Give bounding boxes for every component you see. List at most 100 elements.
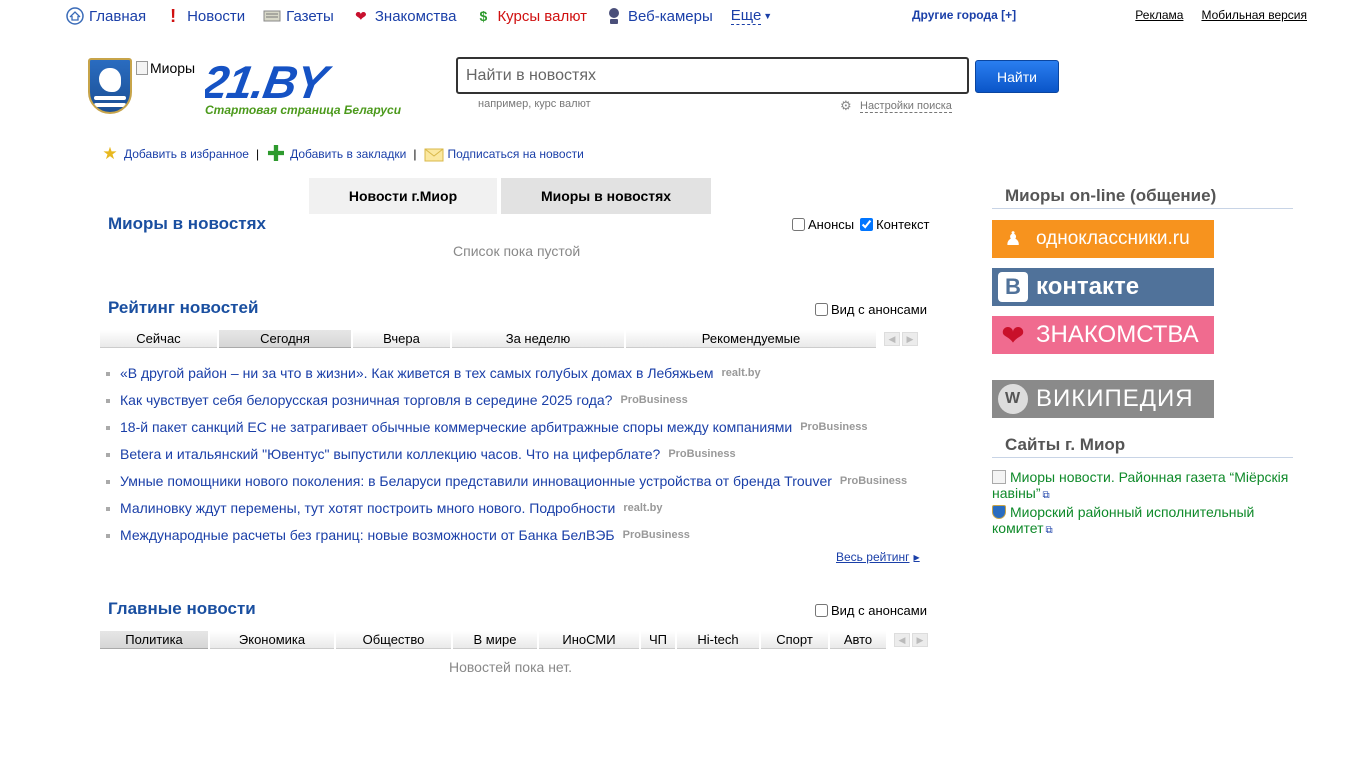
- all-rating-link[interactable]: Весь рейтинг ▶: [836, 550, 920, 564]
- chevron-right-icon[interactable]: ▶: [912, 633, 928, 647]
- tab-inosmi[interactable]: ИноСМИ: [539, 631, 639, 649]
- rating-announces-checkbox[interactable]: [815, 303, 828, 316]
- news-link[interactable]: «В другой район – ни за что в жизни». Ка…: [120, 365, 714, 381]
- wikipedia-banner[interactable]: W ВИКИПЕДИЯ: [992, 380, 1214, 418]
- nav-webcams-label: Веб-камеры: [627, 7, 713, 25]
- rating-tabs: Сейчас Сегодня Вчера За неделю Рекоменду…: [100, 330, 918, 348]
- tab-city-in-news[interactable]: Миоры в новостях: [501, 178, 711, 214]
- other-cities-link[interactable]: Другие города [+]: [912, 8, 1016, 22]
- search-button[interactable]: Найти: [975, 60, 1059, 93]
- city-image: Миоры: [136, 60, 195, 76]
- news-link[interactable]: Как чувствует себя белорусская розничная…: [120, 392, 612, 408]
- subscribe-button[interactable]: Подписаться на новости: [424, 144, 584, 164]
- rating-tab-now[interactable]: Сейчас: [100, 330, 217, 348]
- site-link-newspaper[interactable]: Миоры новости. Районная газета “Мiёрскiя…: [992, 469, 1292, 504]
- dating-banner[interactable]: ❤ ЗНАКОМСТВА: [992, 316, 1214, 354]
- odnoklassniki-label: одноклассники.ru: [1036, 228, 1190, 249]
- envelope-icon: [424, 144, 444, 164]
- chevron-left-icon[interactable]: ◀: [894, 633, 910, 647]
- heart-icon: ❤: [354, 7, 367, 24]
- nav-news[interactable]: ! Новости: [164, 5, 245, 26]
- chevron-right-icon[interactable]: ▶: [902, 332, 918, 346]
- main-news-empty: Новостей пока нет.: [449, 659, 572, 675]
- odnoklassniki-icon: ♟: [1004, 228, 1022, 250]
- tab-economy[interactable]: Экономика: [210, 631, 334, 649]
- tab-society[interactable]: Общество: [336, 631, 451, 649]
- bullet-icon: [106, 452, 110, 457]
- list-item: Betera и итальянский "Ювентус" выпустили…: [106, 440, 926, 467]
- wikipedia-label: ВИКИПЕДИЯ: [1036, 385, 1194, 412]
- main-news-tab-arrows: ◀ ▶: [892, 631, 928, 649]
- news-source: realt.by: [721, 366, 761, 379]
- search-settings-label: Настройки поиска: [860, 99, 952, 113]
- tab-politics[interactable]: Политика: [100, 631, 208, 649]
- gear-icon: ⚙: [840, 98, 852, 113]
- tab-auto[interactable]: Авто: [830, 631, 886, 649]
- sites-title: Сайты г. Миор: [992, 435, 1293, 458]
- bullet-icon: [106, 425, 110, 430]
- add-favorites-label: Добавить в избранное: [124, 147, 249, 161]
- main-news-announces-label: Вид с анонсами: [831, 603, 927, 618]
- search-hint: например, курс валют: [478, 98, 591, 110]
- nav-webcams[interactable]: Веб-камеры: [605, 7, 713, 25]
- nav-dating-label: Знакомства: [374, 7, 457, 25]
- rating-tab-yesterday[interactable]: Вчера: [353, 330, 450, 348]
- site-link-newspaper-label: Миоры новости. Районная газета “Мiёрскiя…: [992, 469, 1289, 501]
- main-news-tabs: Политика Экономика Общество В мире ИноСМ…: [100, 631, 928, 649]
- bullet-icon: [106, 398, 110, 403]
- bullet-icon: [106, 479, 110, 484]
- search-input[interactable]: [456, 57, 969, 94]
- tab-sport[interactable]: Спорт: [761, 631, 828, 649]
- rating-tab-week[interactable]: За неделю: [452, 330, 624, 348]
- news-link[interactable]: Малиновку ждут перемены, тут хотят постр…: [120, 500, 615, 516]
- context-checkbox[interactable]: [860, 218, 874, 231]
- coat-of-arms-icon: [992, 505, 1006, 519]
- chevron-left-icon[interactable]: ◀: [884, 332, 900, 346]
- news-source: ProBusiness: [839, 474, 908, 487]
- tab-hitech[interactable]: Hi-tech: [677, 631, 759, 649]
- source-tabs: Новости г.Миор Миоры в новостях: [309, 178, 711, 214]
- triangle-right-icon: ▶: [913, 552, 920, 562]
- webcam-icon: [605, 7, 623, 25]
- newspaper-icon: [263, 7, 281, 25]
- main-news-announces-checkbox[interactable]: [815, 604, 828, 617]
- mobile-version-link[interactable]: Мобильная версия: [1201, 8, 1307, 22]
- site-logo[interactable]: 21.BY: [205, 60, 425, 102]
- add-favorites-button[interactable]: ★ Добавить в избранное: [100, 144, 249, 164]
- nav-home-label: Главная: [89, 7, 147, 25]
- news-link[interactable]: Умные помощники нового поколения: в Бела…: [120, 473, 832, 489]
- ads-link[interactable]: Реклама: [1135, 8, 1183, 22]
- bullet-icon: [106, 506, 110, 511]
- rating-tab-today[interactable]: Сегодня: [219, 330, 351, 348]
- news-source: ProBusiness: [620, 393, 688, 406]
- vk-banner[interactable]: Bконтакте: [992, 268, 1214, 306]
- nav-more[interactable]: Еще ▼: [730, 7, 772, 25]
- exclamation-icon: !: [170, 5, 177, 26]
- search-settings-link[interactable]: ⚙ Настройки поиска: [840, 98, 952, 114]
- vk-icon: B: [998, 272, 1028, 302]
- nav-newspapers[interactable]: Газеты: [263, 7, 334, 25]
- tab-world[interactable]: В мире: [453, 631, 537, 649]
- add-bookmarks-button[interactable]: ✚ Добавить в закладки: [266, 141, 407, 166]
- nav-currency[interactable]: $ Курсы валют: [474, 7, 587, 25]
- list-item: «В другой район – ни за что в жизни». Ка…: [106, 359, 926, 386]
- news-source: ProBusiness: [668, 447, 736, 460]
- rating-tab-recommended[interactable]: Рекомендуемые: [626, 330, 876, 348]
- rating-announces-label: Вид с анонсами: [831, 302, 927, 317]
- in-news-empty: Список пока пустой: [453, 243, 581, 259]
- rating-tab-arrows: ◀ ▶: [882, 330, 918, 348]
- site-link-executive-committee[interactable]: Миорский районный исполнительный комитет…: [992, 504, 1292, 539]
- page-actions: ★ Добавить в избранное | ✚ Добавить в закл…: [100, 141, 584, 166]
- tab-city-news[interactable]: Новости г.Миор: [309, 178, 497, 214]
- news-link[interactable]: Betera и итальянский "Ювентус" выпустили…: [120, 446, 660, 462]
- add-bookmarks-label: Добавить в закладки: [290, 147, 407, 161]
- odnoklassniki-banner[interactable]: ♟ одноклассники.ru: [992, 220, 1214, 258]
- announces-checkbox[interactable]: [792, 218, 805, 231]
- tab-incidents[interactable]: ЧП: [641, 631, 675, 649]
- news-link[interactable]: Международные расчеты без границ: новые …: [120, 527, 615, 543]
- bullet-icon: [106, 533, 110, 538]
- nav-home[interactable]: Главная: [66, 7, 146, 25]
- announces-label: Анонсы: [808, 217, 855, 232]
- news-link[interactable]: 18-й пакет санкций ЕС не затрагивает обы…: [120, 419, 792, 435]
- nav-dating[interactable]: ❤ Знакомства: [352, 7, 457, 25]
